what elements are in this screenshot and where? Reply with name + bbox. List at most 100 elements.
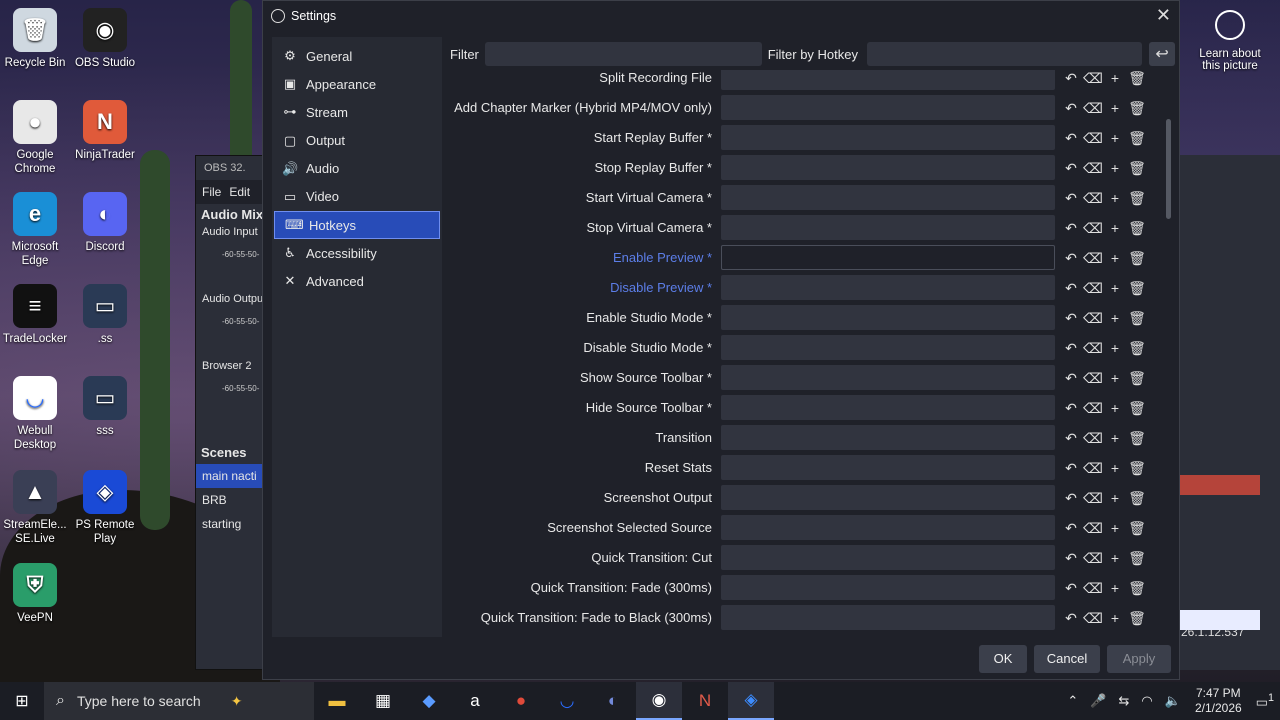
sidebar-item-stream[interactable]: ⊶ Stream [272, 98, 442, 126]
desktop-icon[interactable]: N NinjaTrader [70, 100, 140, 162]
scene-item[interactable]: main nacti [196, 464, 264, 488]
add-icon[interactable]: + [1104, 157, 1126, 179]
clear-icon[interactable]: ⌫ [1082, 547, 1104, 569]
obs-icon[interactable]: ◉ [636, 682, 682, 720]
add-icon[interactable]: + [1104, 577, 1126, 599]
chrome-icon[interactable]: ● [498, 682, 544, 720]
hotkey-input[interactable] [721, 395, 1055, 420]
revert-icon[interactable]: ↶ [1060, 517, 1082, 539]
clear-icon[interactable]: ⌫ [1082, 607, 1104, 629]
clear-icon[interactable]: ⌫ [1082, 397, 1104, 419]
hotkey-input[interactable] [721, 70, 1055, 90]
trash-icon[interactable]: 🗑 [1126, 307, 1148, 329]
clock[interactable]: 7:47 PM 2/1/2026 [1195, 686, 1242, 716]
start-button[interactable]: ⊞ [0, 682, 44, 720]
revert-icon[interactable]: ↶ [1060, 367, 1082, 389]
desktop-icon[interactable]: 🗑 Recycle Bin [0, 8, 70, 70]
hotkey-input[interactable] [721, 545, 1055, 570]
revert-icon[interactable]: ↶ [1060, 187, 1082, 209]
hotkey-input[interactable] [721, 485, 1055, 510]
add-icon[interactable]: + [1104, 607, 1126, 629]
desktop-icon[interactable]: ● Google Chrome [0, 100, 70, 176]
sidebar-item-accessibility[interactable]: ♿ Accessibility [272, 239, 442, 267]
clear-icon[interactable]: ⌫ [1082, 70, 1104, 89]
desktop-icon[interactable]: ◐ Discord [70, 192, 140, 254]
trash-icon[interactable]: 🗑 [1126, 70, 1148, 89]
hotkey-input[interactable] [721, 185, 1055, 210]
clear-icon[interactable]: ⌫ [1082, 247, 1104, 269]
clear-icon[interactable]: ⌫ [1082, 307, 1104, 329]
revert-icon[interactable]: ↶ [1060, 277, 1082, 299]
sidebar-item-video[interactable]: ▭ Video [272, 183, 442, 211]
hotkey-input[interactable] [721, 155, 1055, 180]
learn-about-picture[interactable]: Learn about this picture [1190, 10, 1270, 72]
add-icon[interactable]: + [1104, 457, 1126, 479]
trash-icon[interactable]: 🗑 [1126, 517, 1148, 539]
scene-item[interactable]: BRB [196, 488, 264, 512]
trash-icon[interactable]: 🗑 [1126, 337, 1148, 359]
hotkey-input[interactable] [721, 95, 1055, 120]
desktop-icon[interactable]: ◉ OBS Studio [70, 8, 140, 70]
network-icon[interactable]: ⇆ [1119, 693, 1130, 709]
add-icon[interactable]: + [1104, 97, 1126, 119]
add-icon[interactable]: + [1104, 517, 1126, 539]
dropbox-icon[interactable]: ◆ [406, 682, 452, 720]
revert-icon[interactable]: ↶ [1060, 337, 1082, 359]
filter-input[interactable] [484, 42, 762, 66]
add-icon[interactable]: + [1104, 547, 1126, 569]
sidebar-item-hotkeys[interactable]: ⌨ Hotkeys [274, 211, 440, 240]
clear-icon[interactable]: ⌫ [1082, 577, 1104, 599]
clear-icon[interactable]: ⌫ [1082, 157, 1104, 179]
trash-icon[interactable]: 🗑 [1126, 157, 1148, 179]
revert-icon[interactable]: ↶ [1060, 457, 1082, 479]
desktop-icon[interactable]: ▲ StreamEle... SE.Live [0, 470, 70, 546]
ok-button[interactable]: OK [979, 645, 1027, 673]
reset-filter-button[interactable]: ↩ [1149, 42, 1175, 66]
menu-edit[interactable]: Edit [229, 180, 250, 204]
clear-icon[interactable]: ⌫ [1082, 187, 1104, 209]
wifi-icon[interactable]: ◠ [1141, 693, 1152, 709]
add-icon[interactable]: + [1104, 70, 1126, 89]
revert-icon[interactable]: ↶ [1060, 547, 1082, 569]
revert-icon[interactable]: ↶ [1060, 157, 1082, 179]
revert-icon[interactable]: ↶ [1060, 247, 1082, 269]
revert-icon[interactable]: ↶ [1060, 217, 1082, 239]
hotkey-input[interactable] [721, 215, 1055, 240]
hotkey-input[interactable] [721, 335, 1055, 360]
store-icon[interactable]: ▦ [360, 682, 406, 720]
add-icon[interactable]: + [1104, 217, 1126, 239]
clear-icon[interactable]: ⌫ [1082, 127, 1104, 149]
add-icon[interactable]: + [1104, 187, 1126, 209]
trash-icon[interactable]: 🗑 [1126, 457, 1148, 479]
trash-icon[interactable]: 🗑 [1126, 577, 1148, 599]
hotkey-input[interactable] [721, 425, 1055, 450]
revert-icon[interactable]: ↶ [1060, 577, 1082, 599]
hotkey-input[interactable] [721, 275, 1055, 300]
desktop-icon[interactable]: e Microsoft Edge [0, 192, 70, 268]
trash-icon[interactable]: 🗑 [1126, 127, 1148, 149]
trash-icon[interactable]: 🗑 [1126, 607, 1148, 629]
add-icon[interactable]: + [1104, 337, 1126, 359]
add-icon[interactable]: + [1104, 397, 1126, 419]
clear-icon[interactable]: ⌫ [1082, 517, 1104, 539]
clear-icon[interactable]: ⌫ [1082, 367, 1104, 389]
volume-icon[interactable]: 🔈 [1165, 693, 1181, 709]
taskbar-search[interactable]: ⌕ Type here to search ✦ [44, 682, 314, 720]
trash-icon[interactable]: 🗑 [1126, 97, 1148, 119]
microphone-icon[interactable]: 🎤 [1090, 693, 1106, 709]
chevron-up-icon[interactable]: ⌃ [1067, 693, 1078, 709]
sidebar-item-output[interactable]: ▢ Output [272, 127, 442, 155]
revert-icon[interactable]: ↶ [1060, 607, 1082, 629]
clear-icon[interactable]: ⌫ [1082, 97, 1104, 119]
cancel-button[interactable]: Cancel [1034, 645, 1100, 673]
desktop-icon[interactable]: ▭ sss [70, 376, 140, 438]
clear-icon[interactable]: ⌫ [1082, 487, 1104, 509]
revert-icon[interactable]: ↶ [1060, 397, 1082, 419]
revert-icon[interactable]: ↶ [1060, 487, 1082, 509]
trash-icon[interactable]: 🗑 [1126, 547, 1148, 569]
scene-item[interactable]: starting [196, 512, 264, 536]
add-icon[interactable]: + [1104, 367, 1126, 389]
sidebar-item-audio[interactable]: 🔊 Audio [272, 155, 442, 183]
close-icon[interactable]: ✕ [1156, 5, 1171, 26]
scrollbar[interactable] [1166, 119, 1171, 219]
